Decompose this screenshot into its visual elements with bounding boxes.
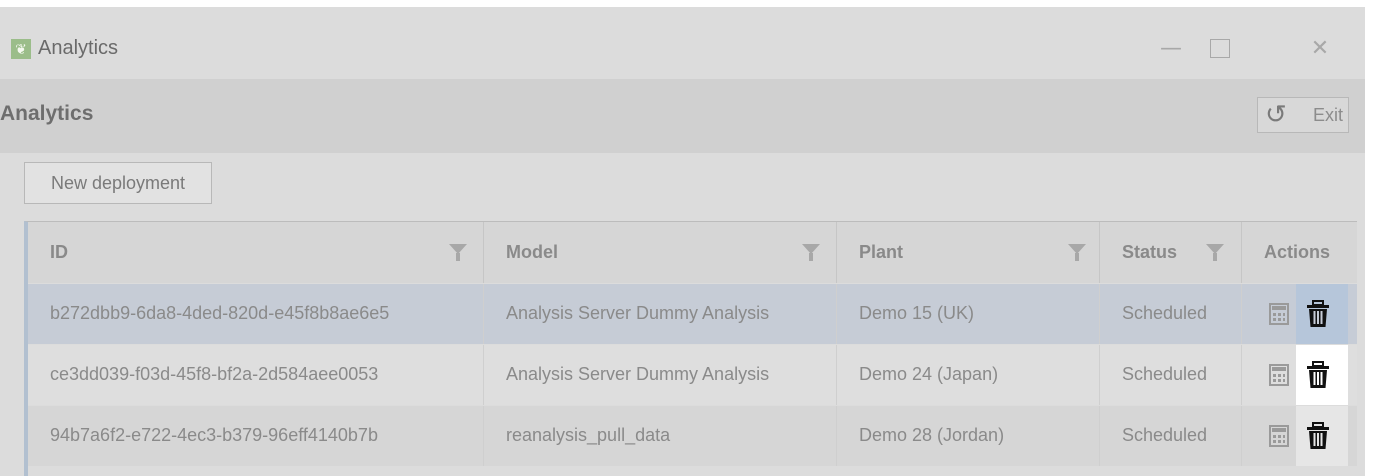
plant-text: Demo 15 (UK) — [859, 303, 975, 323]
trash-icon[interactable] — [1304, 300, 1332, 328]
undo-icon: ↺ — [1265, 100, 1287, 130]
column-header-plant[interactable]: Plant — [837, 222, 1100, 283]
exit-label: Exit — [1313, 105, 1344, 125]
column-label: Status — [1122, 242, 1178, 262]
top-strip — [0, 0, 1375, 7]
status-cell: Scheduled — [1100, 345, 1242, 405]
table-row[interactable]: 94b7a6f2-e722-4ec3-b379-96eff4140b7b rea… — [28, 406, 1357, 466]
id-text: b272dbb9-6da8-4ded-820d-e45f8b8ae6e5 — [50, 303, 390, 323]
app-icon: ❦ — [11, 39, 31, 59]
table-row[interactable]: ce3dd039-f03d-45f8-bf2a-2d584aee0053 Ana… — [28, 345, 1357, 405]
model-text: Analysis Server Dummy Analysis — [506, 303, 770, 323]
maximize-icon — [1210, 39, 1230, 58]
calculator-icon[interactable] — [1269, 364, 1289, 386]
table-header: ID Model Plant Status Actions — [28, 222, 1357, 283]
page-title: Analytics — [0, 102, 94, 125]
status-text: Scheduled — [1122, 364, 1208, 384]
model-cell: Analysis Server Dummy Analysis — [484, 284, 837, 344]
column-label: Plant — [859, 242, 904, 262]
column-header-id[interactable]: ID — [28, 222, 484, 283]
model-text: Analysis Server Dummy Analysis — [506, 364, 770, 384]
window-title: Analytics — [38, 37, 119, 59]
page-header: Analytics ↺ Exit — [0, 79, 1365, 153]
filter-icon[interactable] — [802, 244, 820, 261]
trash-icon[interactable] — [1304, 361, 1332, 389]
column-header-actions: Actions — [1242, 222, 1357, 283]
status-cell: Scheduled — [1100, 406, 1242, 466]
plant-cell: Demo 15 (UK) — [837, 284, 1100, 344]
id-cell: ce3dd039-f03d-45f8-bf2a-2d584aee0053 — [28, 345, 484, 405]
plant-cell: Demo 24 (Japan) — [837, 345, 1100, 405]
maximize-button[interactable] — [1205, 34, 1235, 64]
filter-icon[interactable] — [1068, 244, 1086, 261]
column-header-status[interactable]: Status — [1100, 222, 1242, 283]
column-label: Actions — [1264, 242, 1331, 262]
app-window: ❦ Analytics — ✕ Analytics ↺ Exit New dep… — [0, 7, 1365, 476]
calculator-icon[interactable] — [1269, 425, 1289, 447]
status-text: Scheduled — [1122, 425, 1208, 445]
calculator-icon[interactable] — [1269, 303, 1289, 325]
column-header-model[interactable]: Model — [484, 222, 837, 283]
id-text: ce3dd039-f03d-45f8-bf2a-2d584aee0053 — [50, 364, 379, 384]
close-button[interactable]: ✕ — [1305, 34, 1335, 64]
trash-icon[interactable] — [1304, 422, 1332, 450]
exit-button[interactable]: ↺ Exit — [1257, 97, 1349, 133]
plant-cell: Demo 28 (Jordan) — [837, 406, 1100, 466]
table-row[interactable]: b272dbb9-6da8-4ded-820d-e45f8b8ae6e5 Ana… — [28, 284, 1357, 344]
id-text: 94b7a6f2-e722-4ec3-b379-96eff4140b7b — [50, 425, 378, 445]
model-cell: reanalysis_pull_data — [484, 406, 837, 466]
id-cell: b272dbb9-6da8-4ded-820d-e45f8b8ae6e5 — [28, 284, 484, 344]
id-cell: 94b7a6f2-e722-4ec3-b379-96eff4140b7b — [28, 406, 484, 466]
model-text: reanalysis_pull_data — [506, 425, 671, 445]
plant-text: Demo 28 (Jordan) — [859, 425, 1005, 445]
model-cell: Analysis Server Dummy Analysis — [484, 345, 837, 405]
status-cell: Scheduled — [1100, 284, 1242, 344]
column-label: Model — [506, 242, 558, 262]
title-bar: ❦ Analytics — ✕ — [0, 7, 1365, 79]
status-text: Scheduled — [1122, 303, 1208, 323]
column-label: ID — [50, 242, 68, 262]
deployments-table: ID Model Plant Status Actions b272dbb9-6… — [24, 221, 1357, 476]
filter-icon[interactable] — [1206, 244, 1224, 261]
new-deployment-button[interactable]: New deployment — [24, 162, 212, 204]
plant-text: Demo 24 (Japan) — [859, 364, 999, 384]
minimize-button[interactable]: — — [1156, 34, 1186, 64]
filter-icon[interactable] — [449, 244, 467, 261]
